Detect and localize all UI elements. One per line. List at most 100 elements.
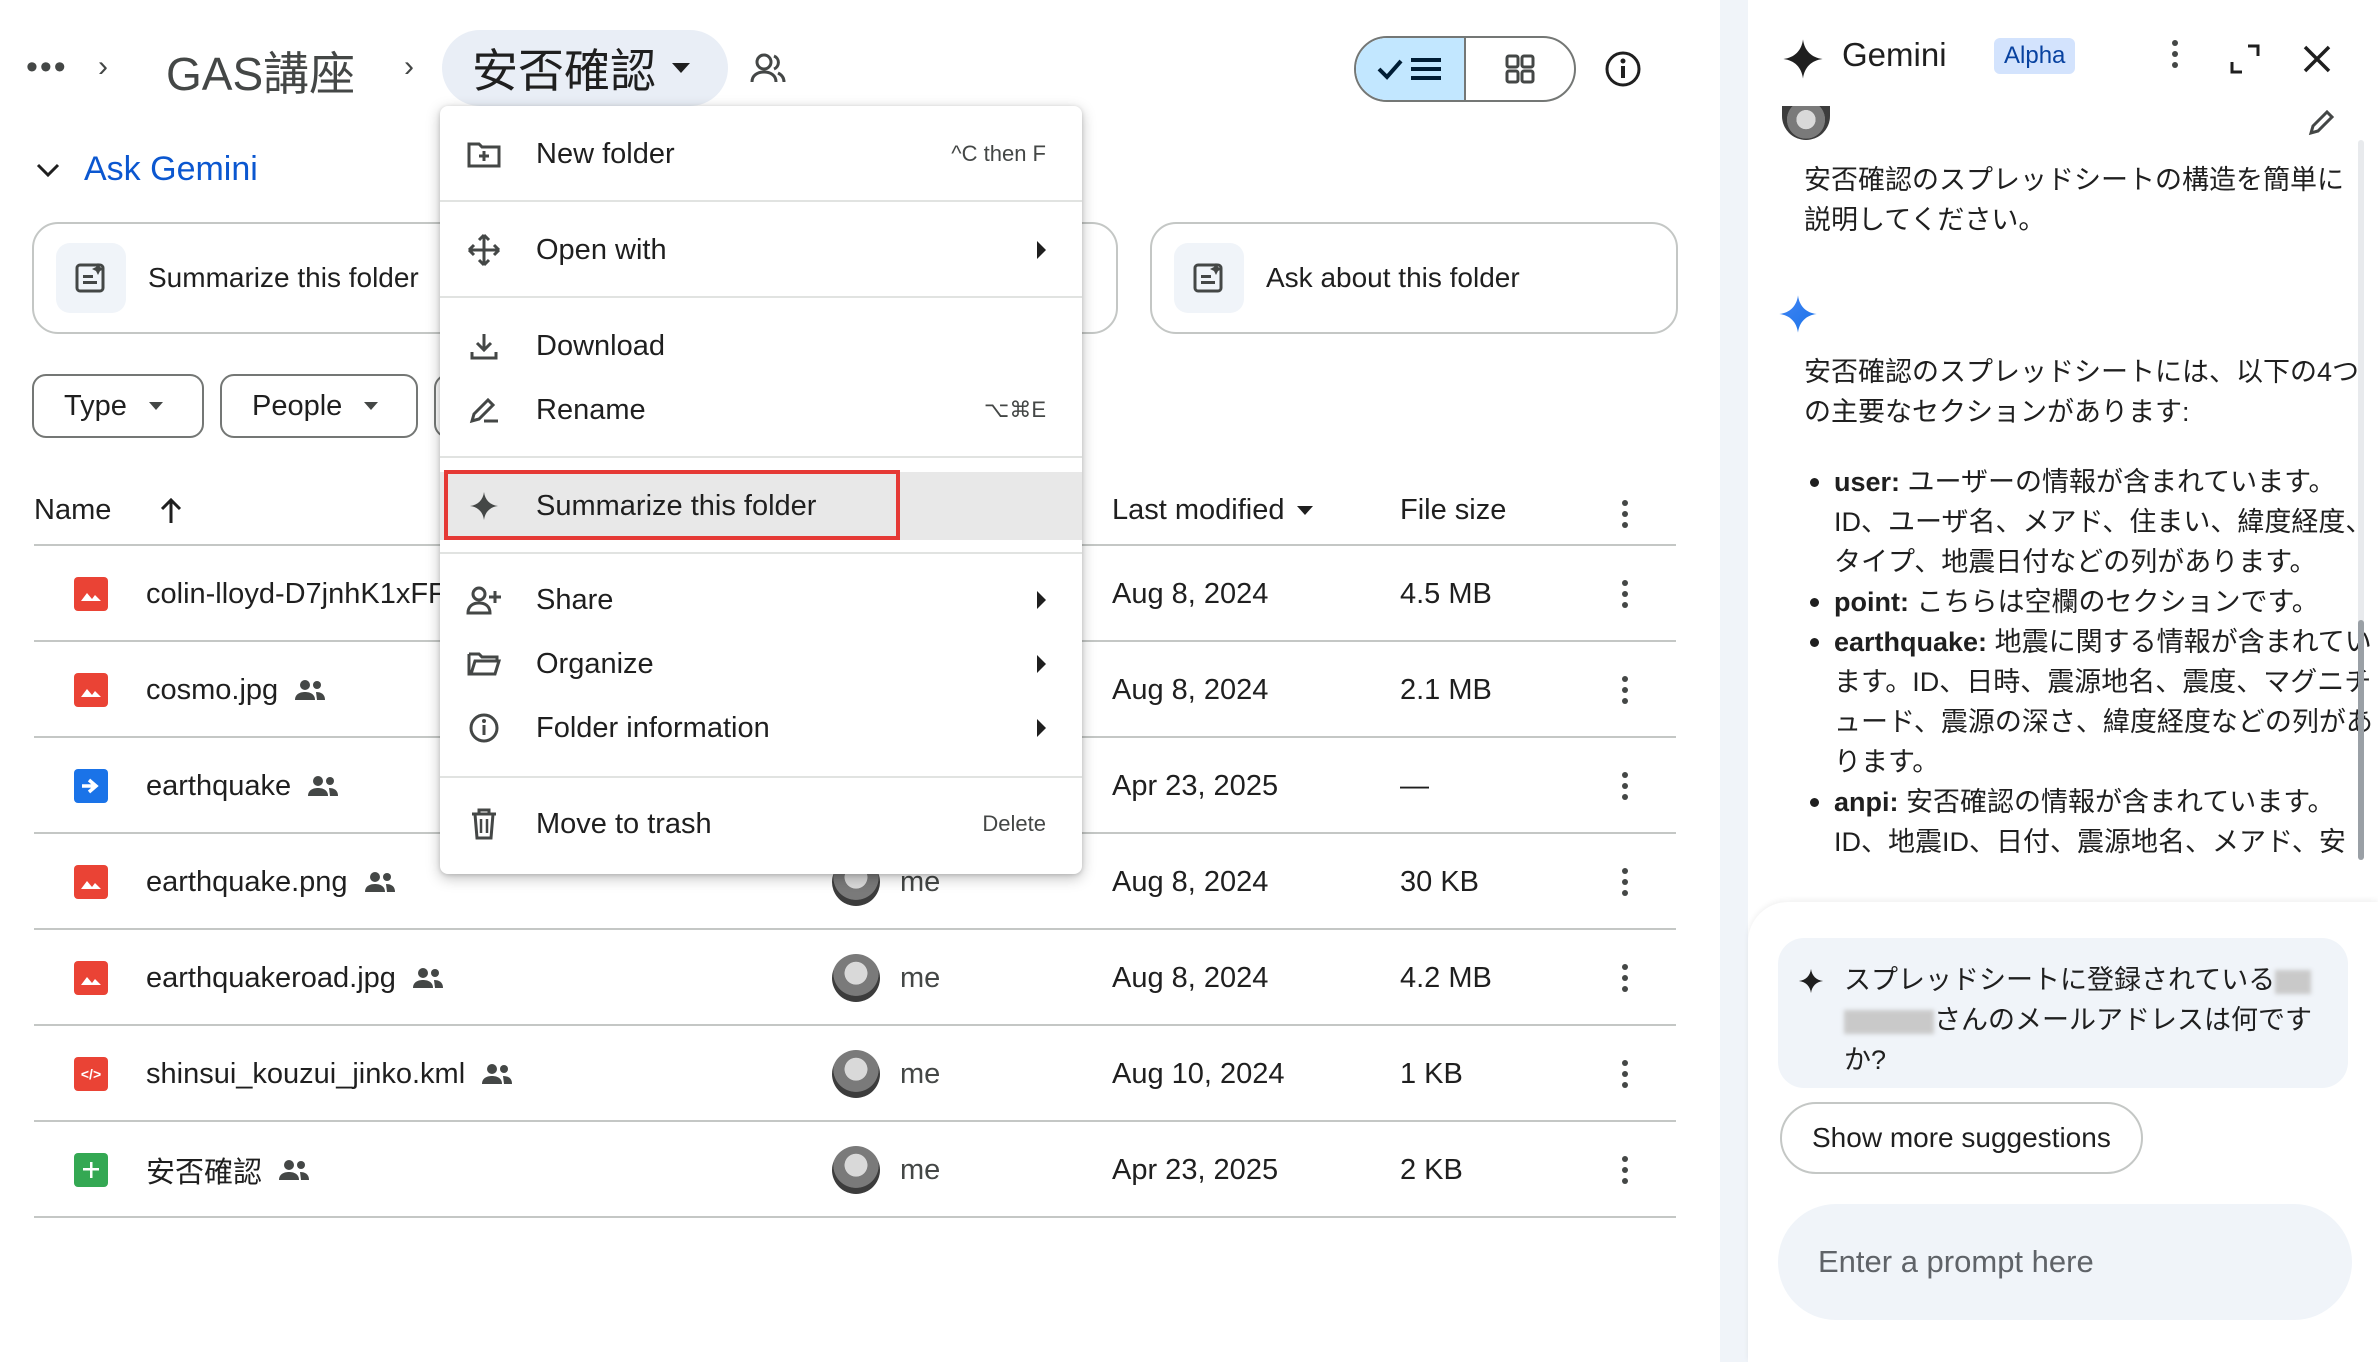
- more-options-button[interactable]: [2172, 40, 2178, 68]
- modified-date: Aug 8, 2024: [1112, 577, 1269, 610]
- table-row[interactable]: </> shinsui_kouzui_jinko.kml me Aug 10, …: [34, 1026, 1676, 1122]
- prompt-input[interactable]: Enter a prompt here: [1778, 1204, 2352, 1320]
- gemini-side-panel: Gemini Alpha 安否確認のスプレッドシートの構造を簡単に説明してくださ…: [1720, 0, 2378, 1362]
- response-section-list: user: ユーザーの情報が含まれています。ID、ユーザ名、メアド、住まい、緯度…: [1804, 462, 2374, 862]
- image-icon: [74, 577, 108, 611]
- menu-label: Folder information: [536, 711, 770, 744]
- menu-label: Open with: [536, 233, 667, 266]
- name-column-header[interactable]: Name: [34, 494, 183, 527]
- grid-view-button[interactable]: [1466, 38, 1574, 100]
- trash-icon: [466, 806, 502, 842]
- file-size: —: [1400, 769, 1429, 802]
- modified-date: Aug 8, 2024: [1112, 865, 1269, 898]
- section-key: anpi:: [1834, 787, 1899, 817]
- info-icon: [466, 710, 502, 746]
- file-name: earthquake.png: [146, 865, 348, 898]
- file-name: earthquakeroad.jpg: [146, 961, 396, 994]
- list-item: earthquake: 地震に関する情報が含まれています。ID、日時、震源地名、…: [1804, 622, 2374, 782]
- person-add-icon: [466, 582, 502, 618]
- breadcrumb-parent[interactable]: GAS講座: [166, 38, 355, 104]
- highlight-annotation-box: [444, 470, 900, 540]
- owner-name: me: [900, 1057, 941, 1090]
- edit-prompt-icon[interactable]: [2308, 106, 2338, 141]
- prompt-placeholder: Enter a prompt here: [1818, 1244, 2094, 1279]
- submenu-arrow-icon: [1037, 241, 1046, 259]
- row-actions-button[interactable]: [1622, 930, 1628, 1026]
- list-item: point: こちらは空欄のセクションです。: [1804, 582, 2374, 622]
- shared-icon: [482, 1064, 513, 1084]
- file-name: colin-lloyd-D7jnhK1xFF: [146, 577, 446, 610]
- file-size: 4.5 MB: [1400, 577, 1492, 610]
- image-icon: [74, 865, 108, 899]
- show-more-suggestions-button[interactable]: Show more suggestions: [1780, 1102, 2143, 1174]
- view-toggle: [1354, 36, 1576, 102]
- file-name: cosmo.jpg: [146, 673, 279, 706]
- last-modified-column-header[interactable]: Last modified: [1112, 494, 1313, 527]
- more-vert-icon: [1622, 868, 1628, 896]
- menu-divider: [440, 200, 1082, 202]
- file-name: earthquake: [146, 769, 292, 802]
- close-icon[interactable]: [2302, 44, 2332, 79]
- suggested-prompt-text: スプレッドシートに登録されている さんのメールアドレスは何ですか?: [1844, 960, 2334, 1080]
- code-file-icon: </>: [74, 1057, 108, 1091]
- summary-doc-icon: [56, 243, 126, 313]
- menu-divider: [440, 456, 1082, 458]
- current-folder-label: 安否確認: [472, 45, 656, 97]
- summary-doc-icon: [1174, 243, 1244, 313]
- list-view-button[interactable]: [1356, 38, 1466, 100]
- shared-folder-icon[interactable]: [750, 52, 786, 89]
- type-filter-chip[interactable]: Type: [32, 374, 204, 438]
- ask-gemini-toggle[interactable]: Ask Gemini: [36, 150, 258, 189]
- menu-item-folder-information[interactable]: Folder information: [440, 696, 1082, 760]
- ask-about-folder-card[interactable]: Ask about this folder: [1150, 222, 1678, 334]
- menu-item-organize[interactable]: Organize: [440, 632, 1082, 696]
- ask-gemini-label: Ask Gemini: [84, 150, 258, 188]
- more-vert-icon: [1622, 1156, 1628, 1184]
- rename-icon: [466, 392, 502, 428]
- menu-item-rename[interactable]: Rename ⌥⌘E: [440, 378, 1082, 442]
- menu-item-download[interactable]: Download: [440, 314, 1082, 378]
- suggested-prompt-chip[interactable]: スプレッドシートに登録されている さんのメールアドレスは何ですか?: [1778, 938, 2348, 1088]
- image-icon: [74, 961, 108, 995]
- arrow-up-icon: [161, 497, 182, 523]
- menu-divider: [440, 296, 1082, 298]
- breadcrumb-more-button[interactable]: •••: [26, 48, 68, 87]
- menu-item-new-folder[interactable]: New folder ^C then F: [440, 122, 1082, 186]
- column-options-button[interactable]: [1622, 500, 1628, 528]
- menu-label: Share: [536, 583, 614, 616]
- table-row[interactable]: earthquakeroad.jpg me Aug 8, 2024 4.2 MB: [34, 930, 1676, 1026]
- file-size-column-header[interactable]: File size: [1400, 494, 1506, 527]
- scrollbar-thumb[interactable]: [2358, 620, 2364, 860]
- menu-item-move-to-trash[interactable]: Move to trash Delete: [440, 792, 1082, 856]
- info-icon[interactable]: [1604, 50, 1642, 93]
- row-actions-button[interactable]: [1622, 1026, 1628, 1122]
- file-name: shinsui_kouzui_jinko.kml: [146, 1057, 466, 1090]
- row-actions-button[interactable]: [1622, 1122, 1628, 1218]
- list-item: user: ユーザーの情報が含まれています。ID、ユーザ名、メアド、住まい、緯度…: [1804, 462, 2374, 582]
- alpha-badge: Alpha: [1994, 38, 2076, 74]
- breadcrumb-current-folder[interactable]: 安否確認: [442, 30, 728, 106]
- row-actions-button[interactable]: [1622, 642, 1628, 738]
- chevron-down-icon: [36, 163, 60, 177]
- menu-shortcut: ^C then F: [951, 141, 1046, 166]
- scrollbar-track[interactable]: [2358, 140, 2364, 860]
- row-actions-button[interactable]: [1622, 546, 1628, 642]
- people-filter-chip[interactable]: People: [220, 374, 418, 438]
- owner-name: me: [900, 961, 941, 994]
- avatar: [832, 954, 880, 1002]
- row-actions-button[interactable]: [1622, 738, 1628, 834]
- dropdown-arrow-icon: [672, 63, 690, 73]
- table-row[interactable]: 安否確認 me Apr 23, 2025 2 KB: [34, 1122, 1676, 1218]
- gemini-suggestions-area: スプレッドシートに登録されている さんのメールアドレスは何ですか? Show m…: [1748, 902, 2378, 1362]
- menu-label: Download: [536, 329, 665, 362]
- menu-item-share[interactable]: Share: [440, 568, 1082, 632]
- more-vert-icon: [2172, 40, 2178, 68]
- new-folder-icon: [466, 136, 502, 172]
- row-actions-button[interactable]: [1622, 834, 1628, 930]
- type-filter-label: Type: [64, 389, 127, 422]
- file-size: 2.1 MB: [1400, 673, 1492, 706]
- file-size: 30 KB: [1400, 865, 1479, 898]
- dropdown-arrow-icon: [148, 402, 163, 410]
- expand-icon[interactable]: [2230, 44, 2260, 79]
- menu-item-open-with[interactable]: Open with: [440, 218, 1082, 282]
